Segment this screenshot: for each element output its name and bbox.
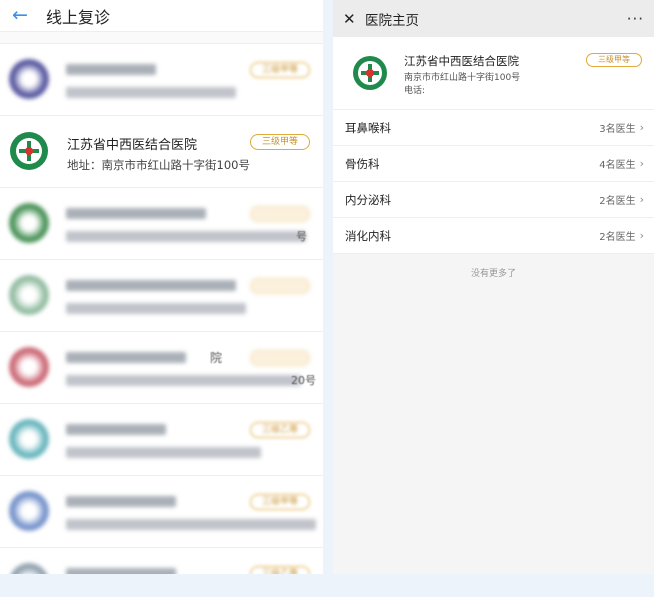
hospital-address: 地址：南京市市红山路十字街100号 [67,158,250,172]
chevron-right-icon: › [639,193,644,206]
blurred-address [66,303,246,314]
grade-badge: 三级乙等 [250,566,310,574]
hospital-home-panel: ✕ 医院主页 ··· 江苏省中西医结合医院 南京市市红山路十字街100号 电话:… [333,0,654,574]
hospital-logo [9,59,49,99]
hospital-logo [9,491,49,531]
partial-name-text: 院 [210,351,223,365]
department-name: 内分泌科 [345,192,391,207]
grade-badge: 三级甲等 [250,62,310,78]
hospital-row[interactable]: 三级乙等 [0,404,323,476]
blurred-name [66,496,176,507]
hospital-logo [9,275,49,315]
hospital-name: 江苏省中西医结合医院 [404,54,519,68]
department-row[interactable]: 消化内科 2名医生 › [333,218,654,254]
hospital-row[interactable]: 20号 院 [0,332,323,404]
hospital-row[interactable]: 三级乙等 [0,548,323,574]
grade-badge [250,206,310,222]
hospital-home-header: ✕ 医院主页 ··· [333,0,654,37]
department-row[interactable]: 内分泌科 2名医生 › [333,182,654,218]
chevron-right-icon: › [639,229,644,242]
blurred-address [66,87,236,98]
blurred-address [66,231,306,242]
close-icon[interactable]: ✕ [343,10,365,28]
hospital-logo [9,347,49,387]
blurred-address [66,519,316,530]
hospital-logo [9,131,49,171]
grade-badge: 三级甲等 [586,53,642,67]
blurred-name [66,352,186,363]
no-more-text: 没有更多了 [470,269,516,279]
hospital-info-card: 江苏省中西医结合医院 南京市市红山路十字街100号 电话: 三级甲等 [333,37,654,110]
doctor-count: 4名医生 [599,160,636,171]
chevron-right-icon: › [639,157,644,170]
doctor-count: 2名医生 [599,232,636,243]
blurred-name [66,64,156,75]
blurred-name [66,424,166,435]
blurred-name [66,208,206,219]
partial-address-text: 号 [296,230,307,243]
blurred-address [66,375,301,386]
grade-badge [250,350,310,366]
hospital-row[interactable]: 江苏省中西医结合医院地址：南京市市红山路十字街100号 三级甲等 [0,116,323,188]
hospital-home-title: 医院主页 [365,12,419,29]
hospital-name: 江苏省中西医结合医院 [67,138,198,153]
hospital-row[interactable] [0,260,323,332]
grade-badge: 三级乙等 [250,422,310,438]
hospital-logo [9,419,49,459]
doctor-count: 3名医生 [599,124,636,135]
divider [0,32,323,44]
department-row[interactable]: 耳鼻喉科 3名医生 › [333,110,654,146]
grade-badge: 三级甲等 [250,134,310,150]
department-name: 消化内科 [345,228,391,243]
department-list: 耳鼻喉科 3名医生 › 骨伤科 4名医生 › 内分泌科 2名医生 › 消化内科 2名医生 › [333,110,654,254]
hospital-logo [9,563,49,574]
doctor-count: 2名医生 [599,196,636,207]
hospital-logo [353,56,387,90]
hospital-logo [9,203,49,243]
hospital-phone: 电话: [404,86,426,96]
list-header: ← 线上复诊 [0,0,323,32]
hospital-list: 三级甲等 江苏省中西医结合医院 地址：南京市市红山路十字街100号 三级甲等号 20号院… [0,44,323,574]
chevron-right-icon: › [639,121,644,134]
grade-badge [250,278,310,294]
hospital-row[interactable]: 号 [0,188,323,260]
hospital-row[interactable]: 三级甲等 [0,476,323,548]
hospital-row[interactable]: 三级甲等 [0,44,323,116]
hospital-list-panel: ← 线上复诊 三级甲等 江苏省中西医结合医院 地址：南京市市红山路十字街100号 三级… [0,0,323,574]
more-menu-icon[interactable]: ··· [627,10,644,28]
page-title: 线上复诊 [46,7,111,27]
blurred-name [66,280,236,291]
blurred-address [66,447,261,458]
hospital-address: 南京市市红山路十字街100号 [404,73,521,83]
department-name: 耳鼻喉科 [345,120,391,135]
department-row[interactable]: 骨伤科 4名医生 › [333,146,654,182]
bottom-strip [0,574,654,597]
grade-badge: 三级甲等 [250,494,310,510]
department-name: 骨伤科 [345,156,380,171]
back-arrow-icon[interactable]: ← [12,6,46,25]
partial-address-text: 20号 [291,374,316,387]
